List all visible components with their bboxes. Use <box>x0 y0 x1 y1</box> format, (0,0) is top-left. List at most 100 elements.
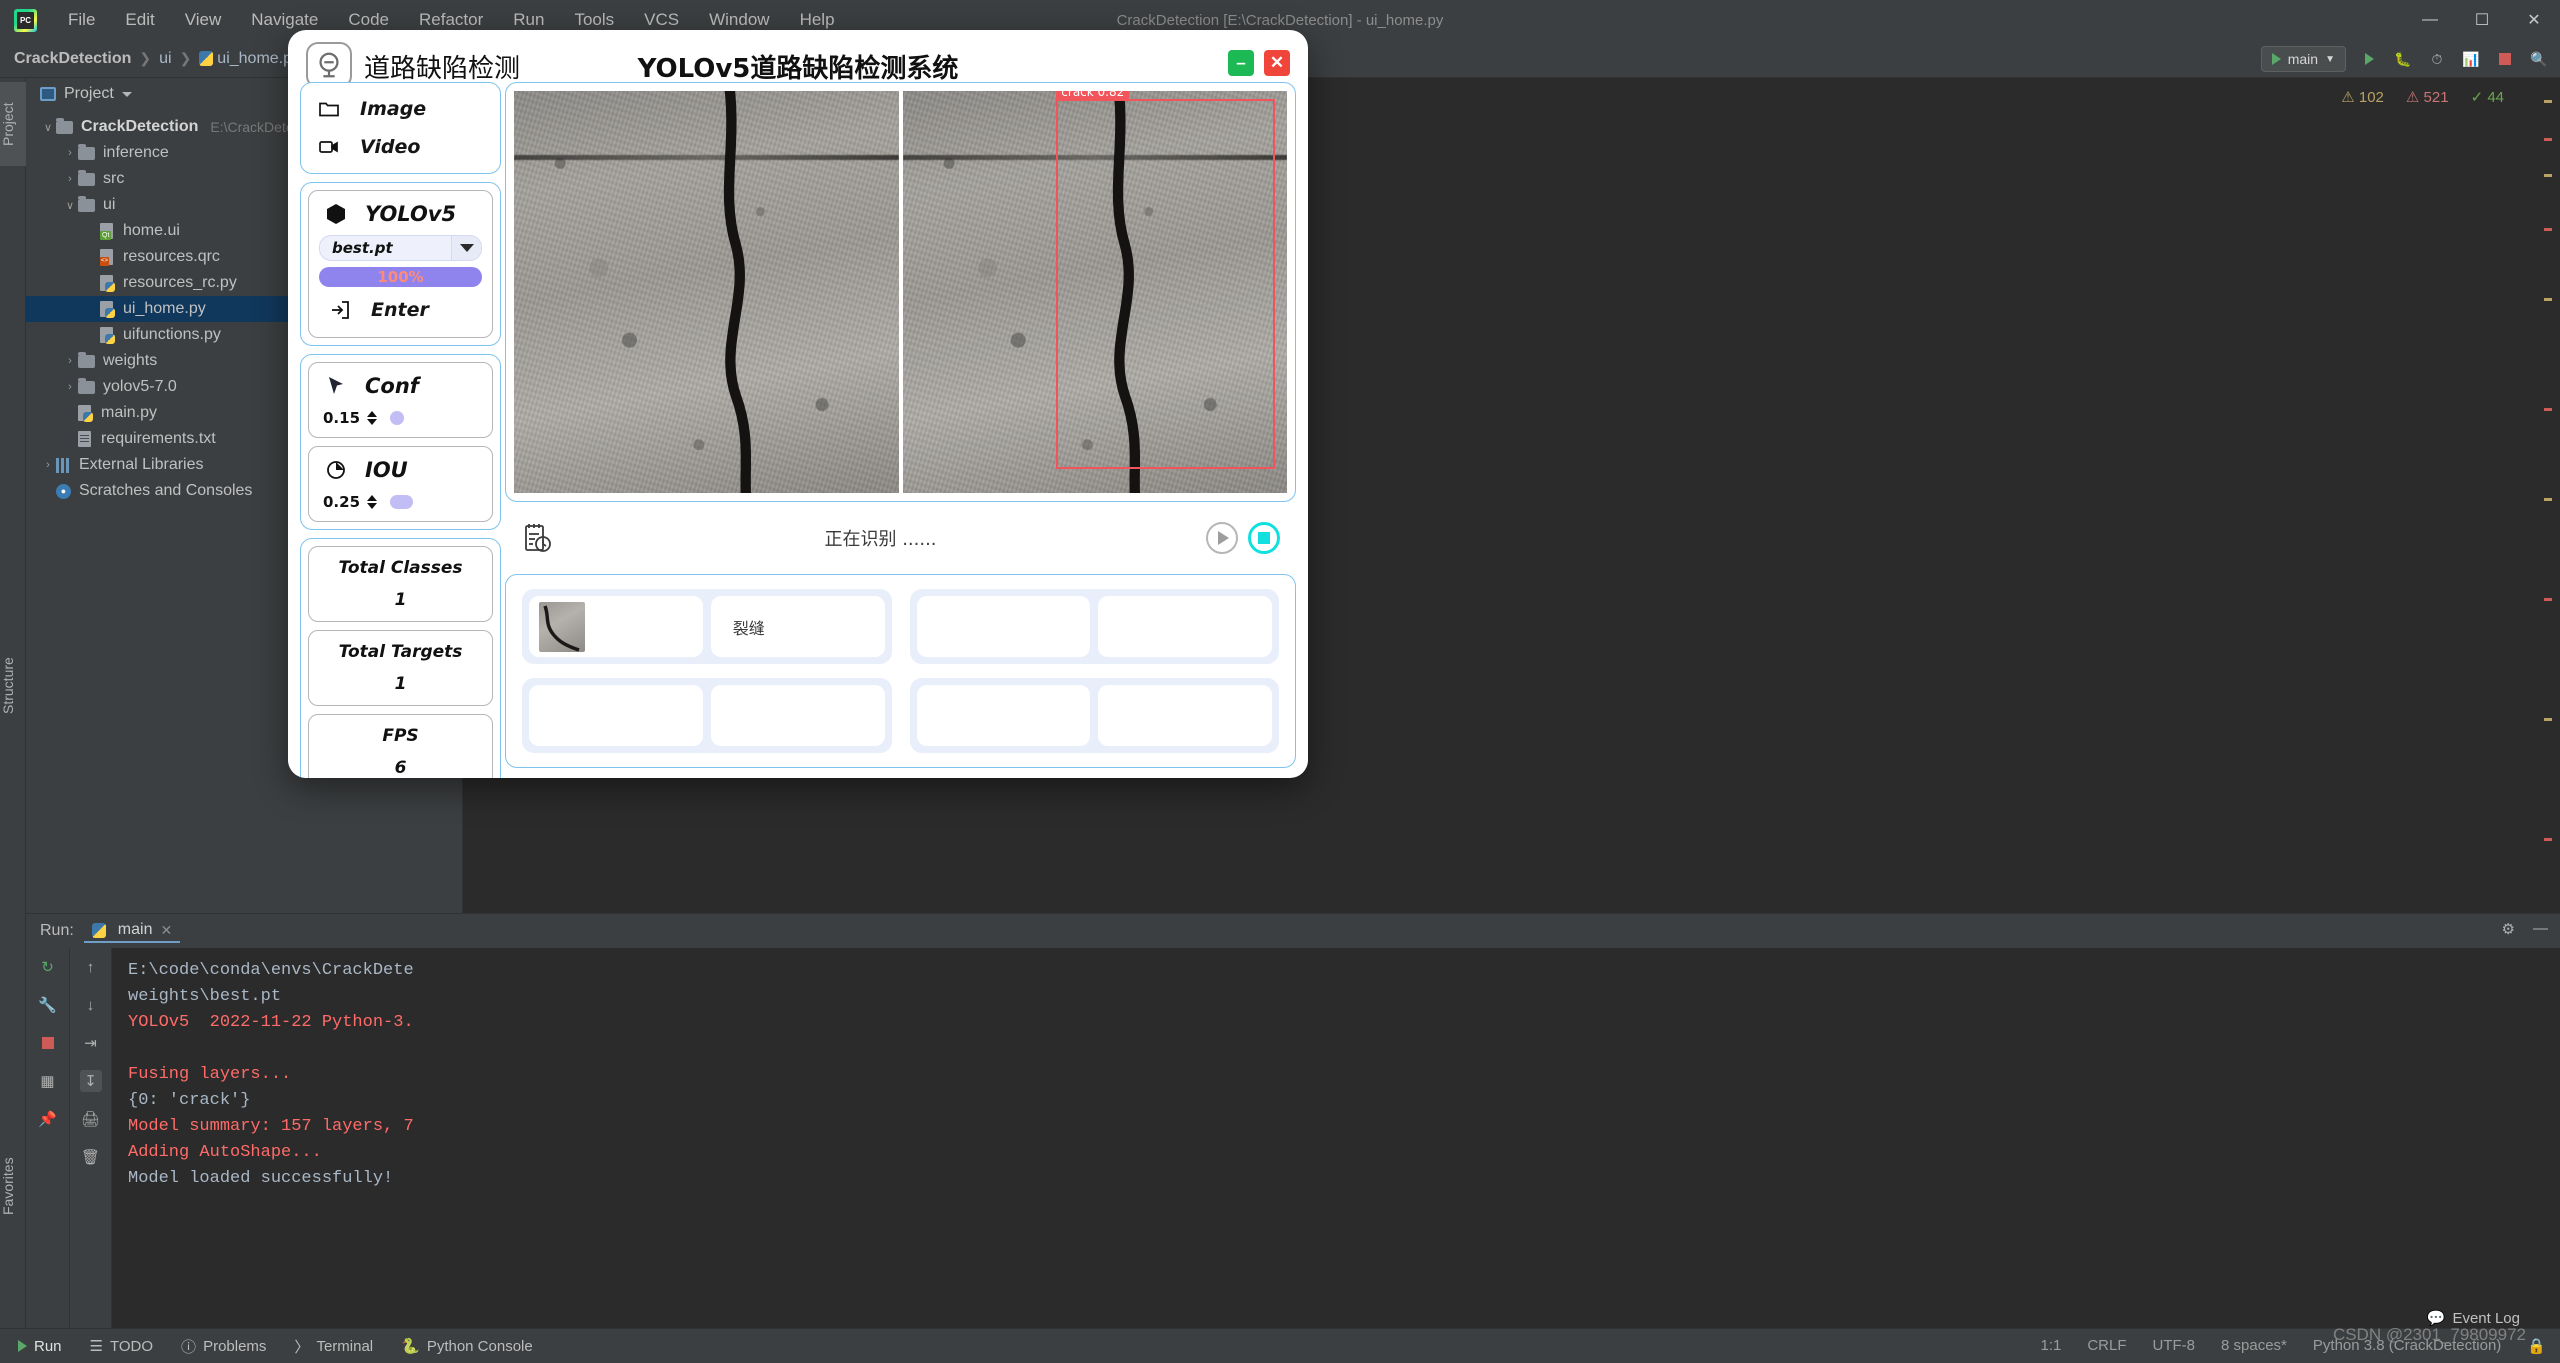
console-hide-icon[interactable]: — <box>2533 920 2548 938</box>
bottom-tab-python-console[interactable]: 🐍 Python Console <box>401 1337 533 1356</box>
run-config-label: main <box>2287 51 2319 67</box>
app-close-button[interactable]: ✕ <box>1264 50 1290 76</box>
run-configuration-selector[interactable]: main ▼ <box>2260 46 2346 72</box>
result-item[interactable] <box>909 678 1279 753</box>
cube-icon <box>323 201 349 227</box>
pin-icon[interactable]: 📌 <box>37 1108 59 1130</box>
ide-close-button[interactable]: ✕ <box>2508 0 2560 40</box>
stat-total-classes-value: 1 <box>394 590 407 610</box>
tree-item-label: Scratches and Consoles <box>79 482 253 499</box>
result-item[interactable]: 裂缝 <box>522 589 892 664</box>
coverage-button[interactable]: ⏱ <box>2426 48 2448 70</box>
video-camera-icon <box>316 134 342 160</box>
stop-button[interactable] <box>1248 522 1280 554</box>
bottom-tab-run[interactable]: Run <box>18 1338 62 1355</box>
chevron-right-icon[interactable]: › <box>62 355 78 367</box>
run-button[interactable] <box>2358 48 2380 70</box>
chevron-down-icon[interactable]: ∨ <box>62 199 78 212</box>
sidebar-tab-structure[interactable]: Structure <box>0 638 26 734</box>
result-thumbnail-cell[interactable] <box>529 596 703 657</box>
down-arrow-icon[interactable]: ↓ <box>80 994 102 1016</box>
video-source-button[interactable]: Video <box>308 128 493 166</box>
tree-item-label: ui <box>103 196 116 213</box>
scroll-to-end-icon[interactable]: ↧ <box>79 1070 102 1092</box>
crack-detection-app-window: 道路缺陷检测 YOLOv5道路缺陷检测系统 – ✕ Image Video YO… <box>288 30 1308 778</box>
menu-item-file[interactable]: File <box>53 6 110 34</box>
iou-slider-row[interactable]: 0.25 <box>319 489 482 513</box>
settings-wrench-icon[interactable]: 🔧 <box>37 994 59 1016</box>
menu-item-view[interactable]: View <box>170 6 237 34</box>
console-settings-icon[interactable]: ⚙ <box>2502 920 2515 938</box>
chevron-right-icon[interactable]: › <box>40 459 56 471</box>
weight-select[interactable]: best.pt <box>319 235 482 261</box>
up-arrow-icon[interactable]: ↑ <box>80 956 102 978</box>
print-icon[interactable]: 🖨 <box>80 1108 102 1130</box>
breadcrumb-project[interactable]: CrackDetection <box>14 50 131 68</box>
close-icon[interactable]: ✕ <box>160 922 172 939</box>
stat-total-classes-label: Total Classes <box>338 558 463 578</box>
bottom-tab-terminal[interactable]: 〉 Terminal <box>294 1336 373 1357</box>
conf-slider[interactable] <box>390 411 480 425</box>
play-button[interactable] <box>1206 522 1238 554</box>
watermark: CSDN @2301_79809972 <box>2332 1325 2526 1344</box>
iou-spinner[interactable] <box>367 495 378 509</box>
result-thumbnail-cell[interactable] <box>916 596 1091 657</box>
chevron-right-icon[interactable]: › <box>62 147 78 159</box>
chevron-down-icon[interactable] <box>451 236 481 260</box>
rerun-icon[interactable]: ↻ <box>37 956 59 978</box>
stop-icon[interactable] <box>37 1032 59 1054</box>
result-item[interactable] <box>522 678 892 753</box>
chevron-down-icon[interactable] <box>121 91 132 97</box>
chevron-right-icon[interactable]: › <box>62 173 78 185</box>
iou-slider[interactable] <box>390 495 480 509</box>
debug-button[interactable]: 🐛 <box>2392 48 2414 70</box>
result-label-cell[interactable] <box>1098 596 1272 657</box>
conf-spinner[interactable] <box>367 411 378 425</box>
run-tab-label: main <box>117 921 153 938</box>
result-label-cell[interactable] <box>1098 685 1272 746</box>
app-minimize-button[interactable]: – <box>1228 50 1254 76</box>
layout-icon[interactable]: ▦ <box>37 1070 59 1092</box>
conf-slider-row[interactable]: 0.15 <box>319 405 482 429</box>
stat-total-classes: Total Classes 1 <box>308 546 493 622</box>
result-thumbnail-cell[interactable] <box>916 685 1091 746</box>
sidebar-tab-project[interactable]: Project <box>0 82 26 166</box>
folder-icon <box>78 351 95 368</box>
search-everywhere-icon[interactable]: 🔍 <box>2528 48 2550 70</box>
bottom-tab-todo[interactable]: ☰ TODO <box>90 1337 154 1356</box>
detection-result-pane[interactable]: crack 0.82 <box>902 91 1287 493</box>
breadcrumb-folder[interactable]: ui <box>159 50 171 68</box>
model-group: YOLOv5 best.pt 100% Enter <box>300 182 501 346</box>
ide-maximize-button[interactable]: ☐ <box>2456 0 2508 40</box>
stop-button[interactable] <box>2494 48 2516 70</box>
result-label-cell[interactable] <box>710 685 885 746</box>
result-thumbnail-cell[interactable] <box>529 685 703 746</box>
enter-label: Enter <box>371 299 429 321</box>
clear-all-icon[interactable]: 🗑 <box>80 1146 102 1168</box>
results-grid: 裂缝 <box>505 574 1296 768</box>
profile-button[interactable]: 📊 <box>2460 48 2482 70</box>
bottom-tab-problems[interactable]: ⓘ Problems <box>181 1336 266 1357</box>
menu-item-edit[interactable]: Edit <box>110 6 169 34</box>
enter-button[interactable]: Enter <box>319 291 482 329</box>
result-item[interactable] <box>909 589 1279 664</box>
chevron-down-icon[interactable]: ∨ <box>40 121 56 134</box>
chevron-right-icon[interactable]: › <box>62 381 78 393</box>
status-caret-position[interactable]: 1:1 <box>2040 1337 2061 1354</box>
ide-minimize-button[interactable]: — <box>2404 0 2456 40</box>
original-image-pane[interactable] <box>514 91 899 493</box>
soft-wrap-icon[interactable]: ⇥ <box>80 1032 102 1054</box>
status-line-separator[interactable]: CRLF <box>2087 1337 2126 1354</box>
image-source-button[interactable]: Image <box>308 90 493 128</box>
result-label-cell[interactable]: 裂缝 <box>710 596 885 657</box>
iou-value: 0.25 <box>323 493 361 511</box>
run-tab-main[interactable]: main ✕ <box>83 919 181 943</box>
folder-icon <box>78 195 95 212</box>
status-indent[interactable]: 8 spaces* <box>2221 1337 2287 1354</box>
status-encoding[interactable]: UTF-8 <box>2153 1337 2196 1354</box>
editor-scrollbar[interactable] <box>2542 78 2554 913</box>
tree-item-label: resources.qrc <box>123 248 220 265</box>
run-tool-window: Run: main ✕ ↻ 🔧 ▦ 📌 ↑ ↓ ⇥ ↧ 🖨 🗑 E:\code\… <box>26 913 2560 1328</box>
sidebar-tab-favorites[interactable]: Favorites <box>0 1138 26 1234</box>
status-lock-icon[interactable]: 🔒 <box>2527 1337 2546 1355</box>
